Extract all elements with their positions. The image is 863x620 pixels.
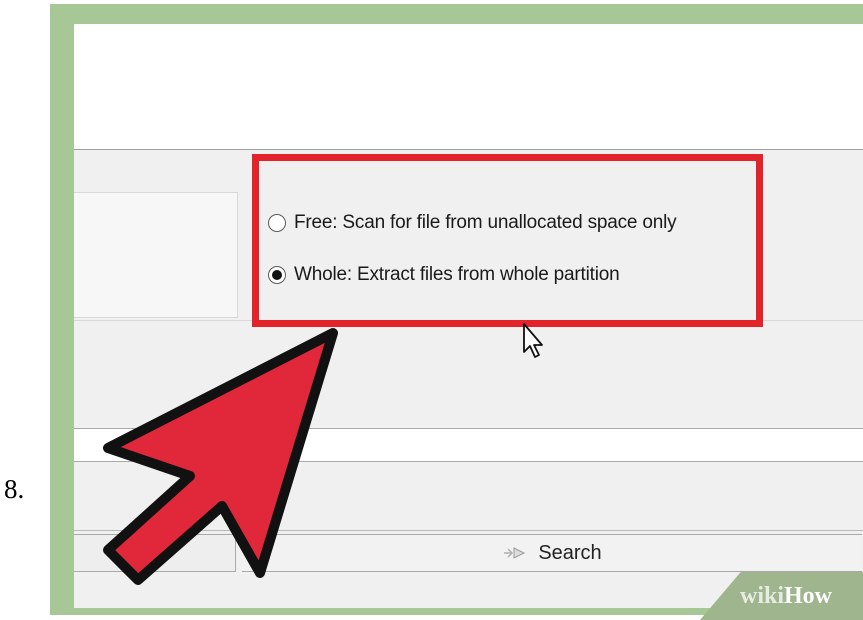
search-label: Search: [538, 541, 602, 564]
option-whole-label: Whole: Extract files from whole partitio…: [294, 264, 620, 285]
left-group-panel: [74, 192, 238, 318]
mouse-cursor-icon: [523, 323, 543, 358]
pointer-arrow-icon: [103, 328, 338, 585]
step-number: 8.: [4, 474, 25, 504]
radio-free[interactable]: [268, 214, 286, 232]
option-free-label: Free: Scan for file from unallocated spa…: [294, 212, 677, 233]
radio-whole[interactable]: [268, 266, 286, 284]
search-arrow-icon: [504, 547, 526, 559]
option-whole[interactable]: Whole: Extract files from whole partitio…: [268, 264, 620, 286]
option-free[interactable]: Free: Scan for file from unallocated spa…: [268, 212, 677, 234]
logo-wiki: wiki: [740, 583, 785, 609]
highlight-box: [252, 154, 763, 327]
top-panel: [74, 24, 863, 150]
logo-how: How: [784, 583, 833, 609]
radio-selected-dot: [272, 270, 282, 280]
wikihow-logo: wikiHow: [740, 583, 832, 610]
